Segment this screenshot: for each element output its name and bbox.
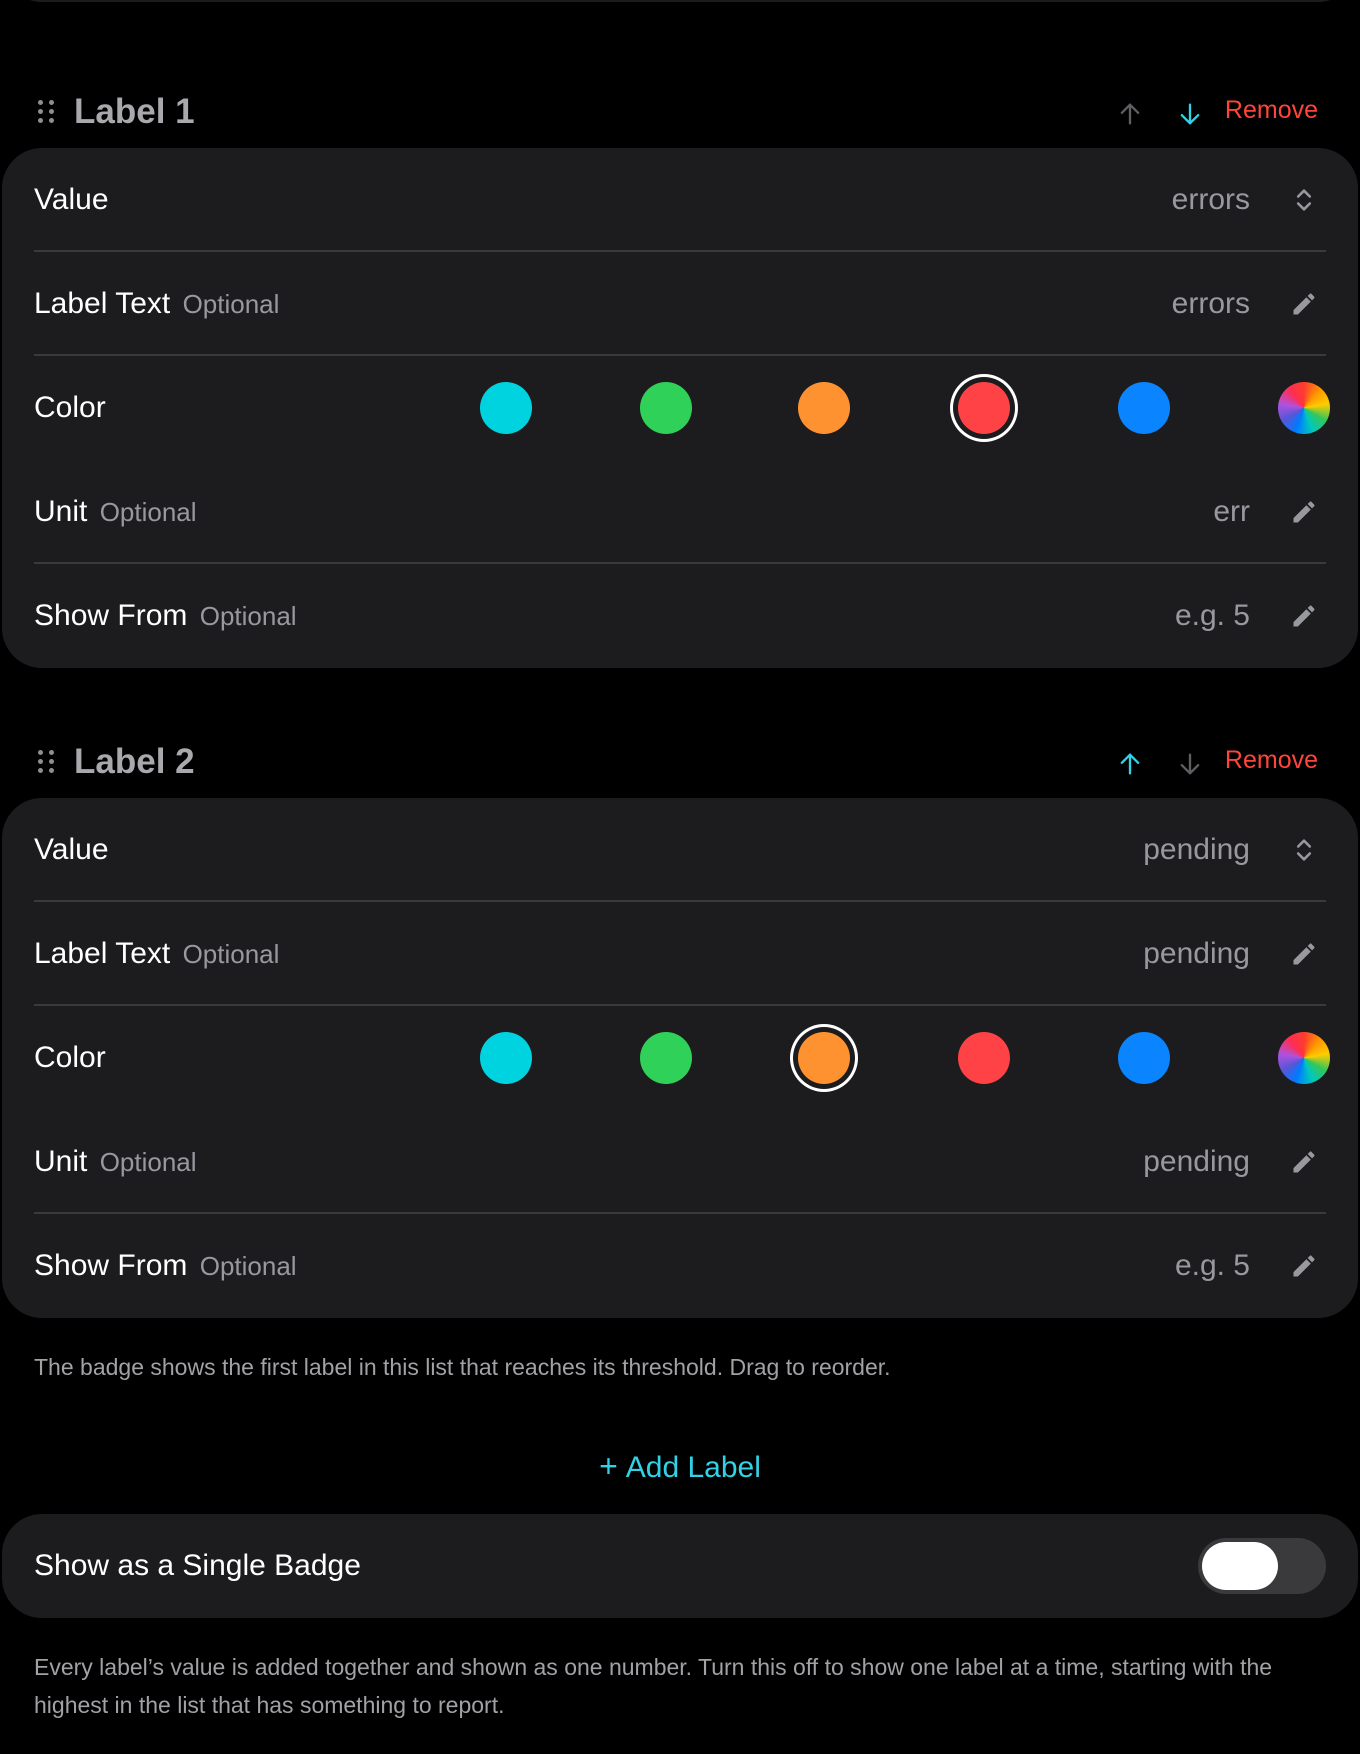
color-swatch-cyan[interactable] (480, 1032, 532, 1084)
single-badge-footnote: Every label’s value is added together an… (34, 1654, 1273, 1718)
optional-tag: Optional (99, 1147, 197, 1177)
single-badge-toggle[interactable] (1198, 1538, 1326, 1594)
color-swatch-red[interactable] (958, 1032, 1010, 1084)
single-badge-card: Show as a Single Badge (2, 1514, 1358, 1618)
color-row: Color (34, 356, 1330, 460)
pencil-icon[interactable] (1286, 936, 1322, 972)
color-label: Color (34, 1041, 106, 1074)
move-up-button[interactable] (1110, 744, 1150, 784)
add-label-text: Add Label (625, 1451, 761, 1484)
show-from-label: Show From Optional (34, 1249, 297, 1282)
value-row[interactable]: Value errors (34, 148, 1326, 252)
optional-tag: Optional (182, 289, 280, 319)
unit-label: Unit Optional (34, 1145, 197, 1178)
pencil-icon[interactable] (1286, 494, 1322, 530)
label-2-header: Label 2 Remove (0, 732, 1360, 792)
unit-label: Unit Optional (34, 495, 197, 528)
arrow-up-icon (1120, 103, 1140, 125)
arrow-down-icon (1180, 753, 1200, 775)
show-from-row[interactable]: Show From Optional e.g. 5 (34, 1214, 1326, 1318)
custom-color-picker[interactable] (1278, 382, 1330, 434)
value-label: Value (34, 183, 109, 216)
color-swatch-green[interactable] (640, 1032, 692, 1084)
label-text-label: Label Text Optional (34, 287, 280, 320)
unit-value[interactable]: err (1213, 495, 1250, 529)
remove-button[interactable]: Remove (1225, 96, 1318, 125)
optional-tag: Optional (182, 939, 280, 969)
label-2-title: Label 2 (74, 742, 195, 781)
chevron-up-down-icon[interactable] (1286, 832, 1322, 868)
unit-value[interactable]: pending (1143, 1145, 1250, 1179)
label-1-title: Label 1 (74, 92, 195, 131)
arrow-up-icon (1120, 753, 1140, 775)
chevron-up-down-icon[interactable] (1286, 182, 1322, 218)
color-swatch-cyan[interactable] (480, 382, 532, 434)
unit-row[interactable]: Unit Optional pending (34, 1110, 1326, 1214)
show-from-label: Show From Optional (34, 599, 297, 632)
show-from-placeholder[interactable]: e.g. 5 (1175, 1249, 1250, 1283)
label-settings-page: Label 1 Remove Value errors Label Text O… (0, 0, 1360, 1754)
label-text-row[interactable]: Label Text Optional errors (34, 252, 1326, 356)
label-1-header: Label 1 Remove (0, 82, 1360, 142)
optional-tag: Optional (199, 601, 297, 631)
color-swatch-red-selected[interactable] (958, 382, 1010, 434)
add-label-button[interactable]: + Add Label (0, 1448, 1360, 1485)
value-picker-value[interactable]: pending (1143, 833, 1250, 867)
single-badge-label: Show as a Single Badge (34, 1549, 361, 1582)
move-down-button[interactable] (1170, 94, 1210, 134)
single-badge-row[interactable]: Show as a Single Badge (34, 1514, 1326, 1618)
pencil-icon[interactable] (1286, 1144, 1322, 1180)
optional-tag: Optional (99, 497, 197, 527)
value-picker-value[interactable]: errors (1172, 183, 1250, 217)
toggle-knob (1202, 1542, 1278, 1590)
value-row[interactable]: Value pending (34, 798, 1326, 902)
label-1-card: Value errors Label Text Optional errors … (2, 148, 1358, 668)
label-text-value[interactable]: pending (1143, 937, 1250, 971)
custom-color-picker[interactable] (1278, 1032, 1330, 1084)
pencil-icon[interactable] (1286, 286, 1322, 322)
pencil-icon[interactable] (1286, 1248, 1322, 1284)
label-2-card: Value pending Label Text Optional pendin… (2, 798, 1358, 1318)
plus-icon: + (599, 1448, 618, 1484)
move-up-button[interactable] (1110, 94, 1150, 134)
color-row: Color (34, 1006, 1330, 1110)
color-swatch-blue[interactable] (1118, 1032, 1170, 1084)
color-label: Color (34, 391, 106, 424)
drag-handle-icon[interactable] (38, 750, 58, 774)
color-swatch-blue[interactable] (1118, 382, 1170, 434)
unit-row[interactable]: Unit Optional err (34, 460, 1326, 564)
remove-button[interactable]: Remove (1225, 746, 1318, 775)
label-text-value[interactable]: errors (1172, 287, 1250, 321)
label-text-label: Label Text Optional (34, 937, 280, 970)
drag-handle-icon[interactable] (38, 100, 58, 124)
label-text-row[interactable]: Label Text Optional pending (34, 902, 1326, 1006)
move-down-button[interactable] (1170, 744, 1210, 784)
value-label: Value (34, 833, 109, 866)
color-swatch-orange[interactable] (798, 382, 850, 434)
pencil-icon[interactable] (1286, 598, 1322, 634)
previous-section-card (2, 0, 1358, 2)
show-from-row[interactable]: Show From Optional e.g. 5 (34, 564, 1326, 668)
optional-tag: Optional (199, 1251, 297, 1281)
color-swatch-green[interactable] (640, 382, 692, 434)
order-footnote: The badge shows the first label in this … (34, 1354, 891, 1380)
show-from-placeholder[interactable]: e.g. 5 (1175, 599, 1250, 633)
color-swatch-orange-selected[interactable] (798, 1032, 850, 1084)
arrow-down-icon (1180, 103, 1200, 125)
